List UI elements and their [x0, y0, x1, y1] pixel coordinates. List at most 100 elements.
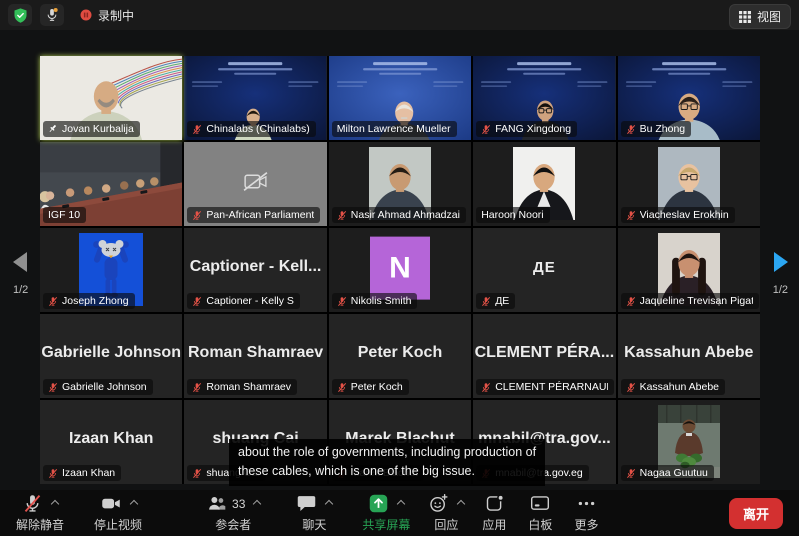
participant-name-badge: Roman Shamraev: [187, 379, 297, 395]
participant-name: Gabrielle Johnson: [62, 381, 147, 393]
muted-mic-icon: [48, 382, 58, 393]
participant-tile[interactable]: Izaan KhanIzaan Khan: [40, 400, 182, 484]
toolbar-apps-button[interactable]: 应用: [482, 493, 506, 533]
security-shield-icon[interactable]: [8, 4, 32, 26]
audio-status-mic-icon[interactable]: [40, 4, 64, 26]
live-caption-overlay: about the role of governments, including…: [229, 439, 545, 486]
leave-button[interactable]: 离开: [729, 498, 783, 529]
participant-tile[interactable]: Chinalabs (Chinalabs): [184, 56, 326, 140]
participant-tile[interactable]: Jovan Kurbalija: [40, 56, 182, 140]
participant-name: Joseph Zhong: [62, 295, 129, 307]
participant-name: Izaan Khan: [62, 467, 115, 479]
participant-name-badge: Jaqueline Trevisan Pigatto: [621, 293, 759, 309]
muted-mic-icon: [626, 124, 636, 135]
participant-tile[interactable]: ДЕДЕ: [473, 228, 615, 312]
chevron-up-icon[interactable]: [457, 500, 465, 508]
toolbar-more-button[interactable]: 更多: [574, 493, 598, 533]
muted-mic-icon: [48, 296, 58, 307]
participant-tile[interactable]: Pan-African Parliament: [184, 142, 326, 226]
camera-off-icon: [242, 171, 269, 197]
participant-name: Milton Lawrence Mueller: [337, 123, 451, 135]
muted-mic-icon: [626, 210, 636, 221]
next-page-arrow[interactable]: [774, 252, 788, 272]
participant-tile[interactable]: NNikolis Smith: [329, 228, 471, 312]
participant-tile[interactable]: Nasir Ahmad Ahmadzai: [329, 142, 471, 226]
pin-icon: [48, 124, 58, 134]
toolbar-whiteboard-button[interactable]: 白板: [528, 493, 552, 533]
apps-icon: [484, 493, 505, 514]
recording-label: 录制中: [98, 7, 134, 24]
toolbar-items: 解除静音 停止视频 33参会者聊天共享屏幕回应应用白板 更多: [10, 493, 598, 533]
participant-tile[interactable]: Viacheslav Erokhin: [618, 142, 760, 226]
more-icon: [576, 493, 597, 514]
participant-name-badge: Joseph Zhong: [43, 293, 135, 309]
chevron-up-icon[interactable]: [325, 500, 333, 508]
toolbar-label: 解除静音: [16, 516, 64, 533]
chevron-up-icon[interactable]: [397, 500, 405, 508]
participant-name: Roman Shamraev: [206, 381, 291, 393]
participant-name-badge: Gabrielle Johnson: [43, 379, 153, 395]
toolbar-chat-button[interactable]: 聊天: [296, 493, 332, 533]
chevron-up-icon[interactable]: [129, 500, 137, 508]
toolbar-unmute-button[interactable]: 解除静音: [16, 493, 64, 533]
toolbar-reactions-button[interactable]: 回应: [428, 493, 464, 533]
participant-name-badge: Viacheslav Erokhin: [621, 207, 735, 223]
participant-name: Peter Koch: [351, 381, 403, 393]
participant-name: ДЕ: [495, 295, 509, 307]
view-label: 视图: [757, 8, 781, 25]
chat-icon: [296, 493, 317, 514]
muted-mic-icon: [481, 124, 491, 135]
muted-mic-icon: [192, 124, 202, 135]
participant-name-badge: Haroon Noori: [476, 207, 549, 223]
recording-indicator[interactable]: 录制中: [80, 7, 134, 24]
participant-name: Pan-African Parliament: [206, 209, 314, 221]
toolbar-label: 参会者: [215, 516, 251, 533]
muted-mic-icon: [337, 210, 347, 221]
participant-tile[interactable]: Peter KochPeter Koch: [329, 314, 471, 398]
participant-tile[interactable]: Joseph Zhong: [40, 228, 182, 312]
muted-mic-icon: [337, 296, 347, 307]
muted-mic-icon: [48, 468, 58, 479]
participant-tile[interactable]: Captioner - Kell...Captioner - Kelly S: [184, 228, 326, 312]
toolbar-participants-button[interactable]: 33参会者: [206, 493, 260, 533]
participant-tile[interactable]: FANG Xingdong: [473, 56, 615, 140]
participant-tile[interactable]: Kassahun AbebeKassahun Abebe: [618, 314, 760, 398]
participant-name-badge: Bu Zhong: [621, 121, 692, 137]
video-grid: Jovan Kurbalija Chinalabs (Chinalabs) Mi…: [40, 56, 760, 484]
participant-name: Nikolis Smith: [351, 295, 412, 307]
participant-tile[interactable]: CLEMENT PÉRA...CLEMENT PÉRARNAUD: [473, 314, 615, 398]
record-dot-icon: [80, 9, 92, 21]
participant-tile[interactable]: Roman ShamraevRoman Shamraev: [184, 314, 326, 398]
participant-tile[interactable]: Gabrielle JohnsonGabrielle Johnson: [40, 314, 182, 398]
toolbar-label: 白板: [528, 516, 552, 533]
participant-tile[interactable]: Milton Lawrence Mueller: [329, 56, 471, 140]
participant-name: Jovan Kurbalija: [62, 123, 134, 135]
whiteboard-icon: [529, 493, 551, 514]
participant-name-badge: Izaan Khan: [43, 465, 121, 481]
muted-mic-icon: [192, 382, 202, 393]
toolbar-label: 停止视频: [94, 516, 142, 533]
participant-tile[interactable]: Bu Zhong: [618, 56, 760, 140]
participant-name-badge: Nikolis Smith: [332, 293, 418, 309]
participant-name-badge: FANG Xingdong: [476, 121, 577, 137]
previous-page-arrow[interactable]: [13, 252, 27, 272]
toolbar-label: 更多: [574, 516, 598, 533]
participant-name-badge: Jovan Kurbalija: [43, 121, 140, 137]
muted-mic-icon: [192, 468, 202, 479]
view-button[interactable]: 视图: [729, 4, 791, 29]
zoom-meeting-window: 录制中 视图 Jovan Kurbalija Chinalabs (Chinal…: [0, 0, 799, 536]
chevron-up-icon[interactable]: [253, 500, 261, 508]
chevron-up-icon[interactable]: [51, 500, 59, 508]
participant-tile[interactable]: Nagaa Guutuu: [618, 400, 760, 484]
participants-icon: [206, 493, 228, 514]
muted-mic-icon: [626, 296, 636, 307]
participant-tile[interactable]: IGF 10: [40, 142, 182, 226]
toolbar-share-screen-button[interactable]: 共享屏幕: [362, 493, 410, 533]
participant-tile[interactable]: Haroon Noori: [473, 142, 615, 226]
participant-tile[interactable]: Jaqueline Trevisan Pigatto: [618, 228, 760, 312]
toolbar-stop-video-button[interactable]: 停止视频: [94, 493, 142, 533]
participant-name: IGF 10: [48, 209, 80, 221]
participant-name-badge: Milton Lawrence Mueller: [332, 121, 457, 137]
participant-name: Captioner - Kelly S: [206, 295, 294, 307]
participant-name-badge: IGF 10: [43, 207, 86, 223]
